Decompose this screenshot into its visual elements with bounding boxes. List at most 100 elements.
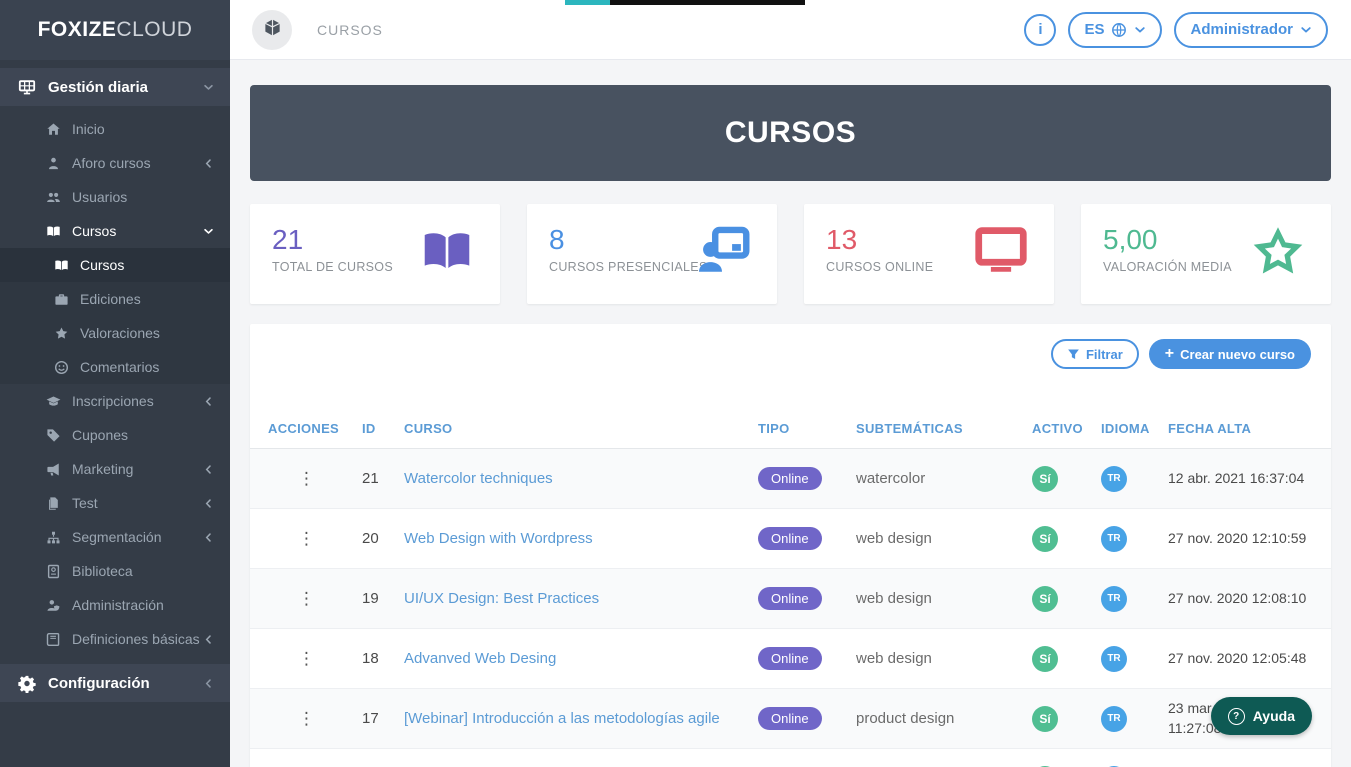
course-link[interactable]: [Webinar] Introducción a las metodología… — [404, 710, 720, 727]
sidebar-item-label: Cupones — [72, 427, 128, 443]
create-label: Crear nuevo curso — [1180, 347, 1295, 362]
info-icon: i — [1038, 21, 1042, 38]
language-selector[interactable]: ES — [1068, 12, 1162, 48]
row-actions-kebab-icon[interactable]: ⋮ — [298, 709, 310, 729]
sidebar-item-label: Biblioteca — [72, 563, 133, 579]
sidebar-item-configuracion[interactable]: Configuración — [0, 664, 230, 702]
stat-card: 13 CURSOS ONLINE — [804, 204, 1054, 304]
column-header: FECHA ALTA — [1168, 421, 1313, 436]
sidebar-item-label: Configuración — [48, 675, 150, 692]
course-link[interactable]: Web Design with Wordpress — [404, 530, 593, 547]
sidebar-item-cursos[interactable]: Cursos — [0, 214, 230, 248]
funnel-icon — [1067, 348, 1080, 361]
stat-card: 8 CURSOS PRESENCIALES — [527, 204, 777, 304]
row-id: 20 — [362, 530, 404, 547]
sidebar-item-valoraciones[interactable]: Valoraciones — [0, 316, 230, 350]
user-label: Administrador — [1190, 21, 1293, 38]
row-actions-kebab-icon[interactable]: ⋮ — [298, 529, 310, 549]
row-fecha: 27 nov. 2020 12:10:59 — [1168, 529, 1313, 549]
stat-cards: 21 TOTAL DE CURSOS 8 CURSOS PRESENCIALES… — [250, 204, 1331, 304]
page-banner: CURSOS — [250, 85, 1331, 181]
courses-table-card: Filtrar + Crear nuevo curso ACCIONESIDCU… — [250, 324, 1331, 767]
chevron-down-icon — [1300, 24, 1312, 36]
row-fecha: 27 nov. 2020 12:08:10 — [1168, 589, 1313, 609]
column-header: ACCIONES — [268, 421, 362, 436]
teacher-screen-icon — [697, 225, 751, 284]
sidebar: FOXIZECLOUD Gestión diaria Inicio Aforo … — [0, 0, 230, 767]
sidebar-item-label: Comentarios — [80, 359, 159, 375]
home-icon — [44, 122, 62, 137]
app-logo: FOXIZECLOUD — [0, 0, 230, 60]
sidebar-item-gestion-diaria[interactable]: Gestión diaria — [0, 68, 230, 106]
tipo-badge: Online — [758, 527, 822, 550]
table-row: ⋮ 16 Análisis de textos Online writing S… — [250, 749, 1331, 767]
row-id: 21 — [362, 470, 404, 487]
sidebar-item-inicio[interactable]: Inicio — [0, 112, 230, 146]
language-label: ES — [1084, 21, 1104, 38]
create-course-button[interactable]: + Crear nuevo curso — [1149, 339, 1311, 369]
sitemap-icon — [44, 530, 62, 545]
breadcrumb: CURSOS — [317, 22, 383, 38]
info-button[interactable]: i — [1024, 14, 1056, 46]
sidebar-item-biblioteca[interactable]: Biblioteca — [0, 554, 230, 588]
sidebar-item-label: Administración — [72, 597, 164, 613]
table-row: ⋮ 19 UI/UX Design: Best Practices Online… — [250, 569, 1331, 629]
tipo-badge: Online — [758, 587, 822, 610]
graduation-cap-icon — [44, 394, 62, 409]
activo-badge: Sí — [1032, 466, 1058, 492]
sidebar-item-test[interactable]: Test — [0, 486, 230, 520]
sidebar-menu: Gestión diaria Inicio Aforo cursos Usuar… — [0, 60, 230, 767]
row-actions-kebab-icon[interactable]: ⋮ — [298, 589, 310, 609]
course-link[interactable]: Watercolor techniques — [404, 470, 553, 487]
row-subtematicas: watercolor — [856, 470, 1032, 487]
filter-button[interactable]: Filtrar — [1051, 339, 1139, 369]
row-actions-kebab-icon[interactable]: ⋮ — [298, 469, 310, 489]
chevron-left-icon — [203, 396, 214, 407]
user-shield-icon — [44, 598, 62, 613]
open-book-icon — [52, 258, 70, 273]
sidebar-item-administracion[interactable]: Administración — [0, 588, 230, 622]
row-id: 17 — [362, 710, 404, 727]
files-icon — [44, 496, 62, 511]
table-toolbar: Filtrar + Crear nuevo curso — [250, 339, 1331, 369]
row-subtematicas: web design — [856, 530, 1032, 547]
tag-icon — [44, 428, 62, 443]
help-button[interactable]: ? Ayuda — [1211, 697, 1312, 735]
sidebar-item-segmentacion[interactable]: Segmentación — [0, 520, 230, 554]
sidebar-item-label: Aforo cursos — [72, 155, 151, 171]
course-link[interactable]: Advanved Web Desing — [404, 650, 556, 667]
topbar: CURSOS i ES Administrador — [230, 0, 1351, 60]
sidebar-item-label: Marketing — [72, 461, 133, 477]
row-fecha: 12 abr. 2021 16:37:04 — [1168, 469, 1313, 489]
sidebar-item-label: Segmentación — [72, 529, 162, 545]
column-header: SUBTEMÁTICAS — [856, 421, 1032, 436]
logo-bold: FOXIZE — [38, 18, 117, 42]
sidebar-item-aforo-cursos[interactable]: Aforo cursos — [0, 146, 230, 180]
open-book-icon — [420, 225, 474, 284]
sidebar-item-cupones[interactable]: Cupones — [0, 418, 230, 452]
table-row: ⋮ 17 [Webinar] Introducción a las metodo… — [250, 689, 1331, 749]
idioma-badge: TR — [1101, 526, 1127, 552]
module-cube-button[interactable] — [252, 10, 292, 50]
filter-label: Filtrar — [1086, 347, 1123, 362]
sidebar-item-ediciones[interactable]: Ediciones — [0, 282, 230, 316]
row-actions-kebab-icon[interactable]: ⋮ — [298, 649, 310, 669]
sidebar-item-comentarios[interactable]: Comentarios — [0, 350, 230, 384]
sidebar-item-inscripciones[interactable]: Inscripciones — [0, 384, 230, 418]
plus-icon: + — [1165, 345, 1174, 363]
star-badge-icon — [1251, 225, 1305, 284]
chevron-down-icon — [203, 226, 214, 237]
chevron-left-icon — [203, 498, 214, 509]
sidebar-item-cursos[interactable]: Cursos — [0, 248, 230, 282]
star-icon — [52, 326, 70, 341]
idioma-badge: TR — [1101, 466, 1127, 492]
sidebar-item-usuarios[interactable]: Usuarios — [0, 180, 230, 214]
course-link[interactable]: UI/UX Design: Best Practices — [404, 590, 599, 607]
user-menu[interactable]: Administrador — [1174, 12, 1328, 48]
tipo-badge: Online — [758, 467, 822, 490]
top-progress-strip-black — [610, 0, 805, 5]
logo-light: CLOUD — [116, 18, 192, 42]
stat-card: 5,00 VALORACIÓN MEDIA — [1081, 204, 1331, 304]
sidebar-item-marketing[interactable]: Marketing — [0, 452, 230, 486]
sidebar-item-definiciones-basicas[interactable]: Definiciones básicas — [0, 622, 230, 656]
